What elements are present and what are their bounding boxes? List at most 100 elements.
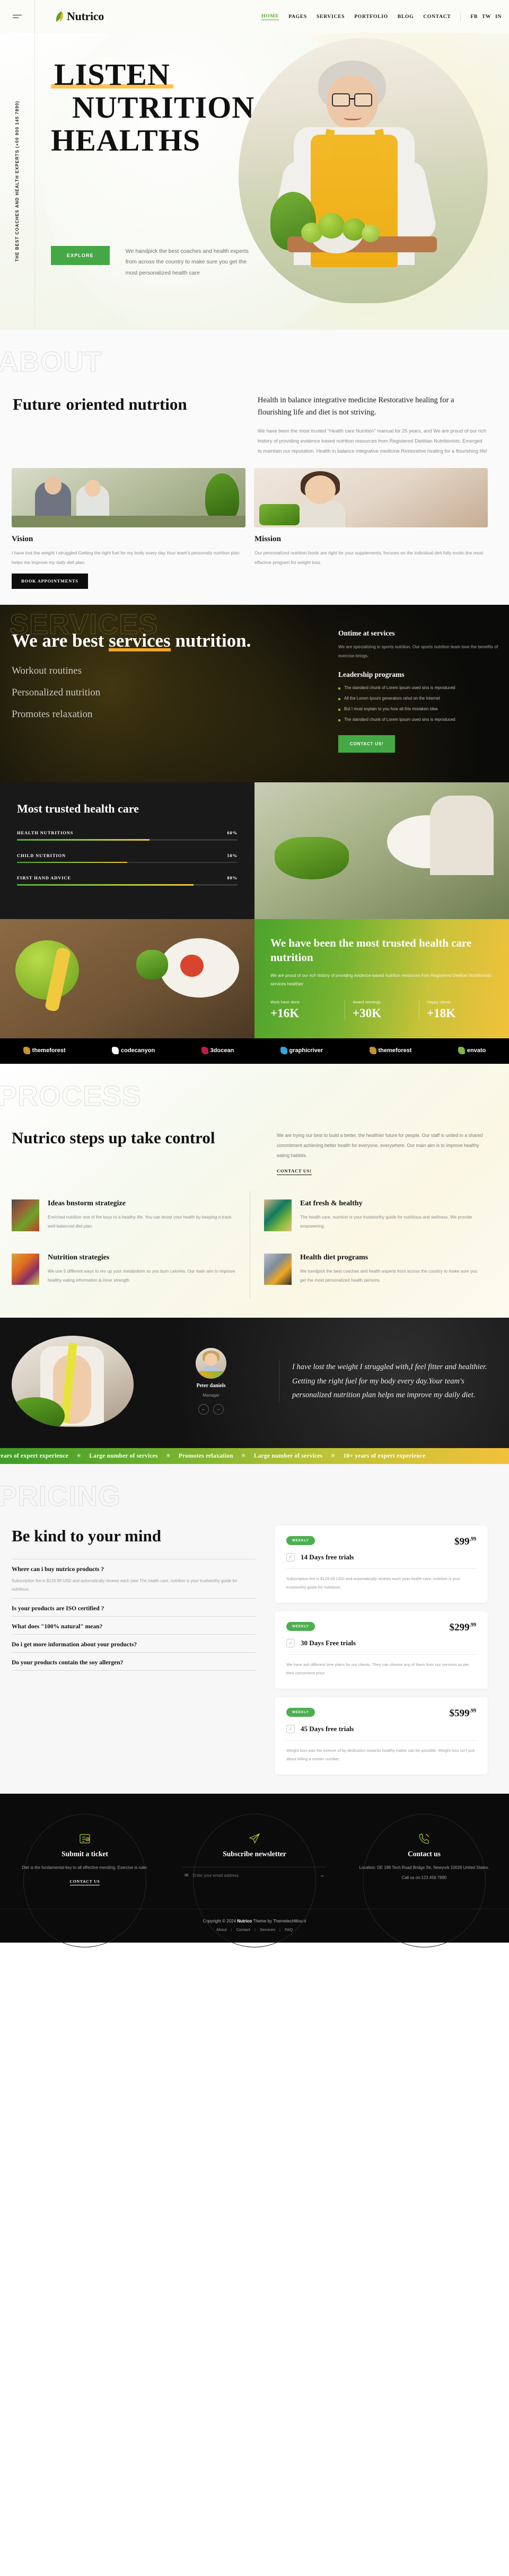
skill-fill [17,839,150,841]
social-facebook[interactable]: FB [470,14,477,20]
brand-mark-icon [369,1047,376,1055]
vision-mission-grid: Vision I have lost the weight I struggle… [0,527,509,589]
faq-item[interactable]: Do i get more information about your pro… [12,1634,256,1652]
about-left: Future oriented nutrtion [12,394,240,456]
star-icon: ✳ [330,1453,336,1460]
plan-price-cents: .99 [469,1708,477,1714]
testimonial-quote: I have lost the weight I struggled with,… [279,1360,497,1402]
plan-card-weekly-299[interactable]: WEEKLY $299.99 ✓ 30 Days Free trials We … [275,1611,488,1689]
nav-item-home[interactable]: HOME [261,13,279,20]
newsletter-email-input[interactable] [192,1873,315,1878]
skill-label: CHILD NUTRITION [17,852,66,858]
brand-3docean[interactable]: 3docean [201,1047,234,1055]
footer-col-newsletter: Subscribe newsletter ✉ → [170,1814,339,1908]
faq-item[interactable]: Where can i buy nutrico products ? Subsc… [12,1559,256,1598]
service-item-relaxation[interactable]: Promotes relaxation [12,709,330,720]
newsletter-submit-icon[interactable]: → [319,1873,324,1878]
plan-list: WEEKLY $99.99 ✓ 14 Days free trials Subs… [275,1525,488,1775]
mission-text: Our personalized nutrition foods are rig… [254,550,484,566]
step-text: We use 5 different ways to rev up your m… [48,1268,235,1283]
plan-price: $299.99 [449,1622,477,1634]
brand-themeforest[interactable]: themeforest [23,1047,66,1055]
brand-graphicriver[interactable]: graphicriver [280,1047,323,1055]
pricing-heading: Be kind to your mind [12,1525,256,1546]
plan-divider [286,1568,476,1569]
brand-mark-icon [280,1047,287,1055]
program-item: All the Lorem Ipsum generators rahul on … [338,696,498,701]
ontime-title: Ontime at services [338,629,395,638]
brand-codecanyon[interactable]: codecanyon [112,1047,155,1055]
faq-question[interactable]: What does "100% natural" mean? [12,1624,256,1630]
testimonial-section: Peter daniels Manager ← → I have lost th… [0,1317,509,1448]
plan-badge: WEEKLY [286,1622,315,1631]
about-heading-rest: oriented nutrtion [62,395,187,413]
step-title: Ideas bnstorm strategize [48,1199,126,1208]
nav-item-blog[interactable]: BLOG [398,14,414,20]
skill-bar-row: HEALTH NUTRITIONS 60% [17,830,238,841]
stat-label: Work have done [270,1000,300,1005]
menu-toggle-button[interactable] [0,0,35,33]
faq-item[interactable]: Is your products are ISO certified ? [12,1598,256,1616]
brand-envato[interactable]: envato [458,1047,486,1055]
pricing-grid: Be kind to your mind Where can i buy nut… [0,1511,509,1775]
nav-item-pages[interactable]: PAGES [288,14,307,20]
explore-button[interactable]: EXPLORE [51,246,110,265]
bullet-icon [338,708,340,711]
nav-item-portfolio[interactable]: PORTFOLIO [354,14,388,20]
check-icon[interactable]: ✓ [286,1639,295,1648]
site-footer: Submit a ticket Diet is the fundamental … [0,1794,509,1943]
hero-side-rail: THE BEST COACHES AND HEALTH EXPERTS (+00… [0,33,35,330]
nav-item-services[interactable]: SERVICES [317,14,345,20]
paper-plane-icon [182,1832,327,1846]
program-text: But I must explain to you how all this m… [344,706,438,711]
stats-row: Work have done +16K Award winnings +30K … [270,1000,493,1021]
faq-question[interactable]: Do i get more information about your pro… [12,1642,256,1648]
footer-col-contact: Contact us Location: DE 198 Tech Road Br… [339,1814,509,1908]
skill-value: 60% [227,830,238,836]
social-instagram[interactable]: IN [495,14,502,20]
brand-themeforest-2[interactable]: themeforest [369,1047,412,1055]
services-contact-button[interactable]: CONTACT US! [338,735,396,753]
mosaic-photo-apple [0,919,254,1039]
step-text: The health care, nutrition is your trust… [300,1215,472,1229]
bullet-icon [338,719,340,721]
hamburger-icon [13,13,22,20]
step-number: 02 [264,1199,292,1231]
step-number: 01 [12,1199,39,1231]
plan-card-weekly-99[interactable]: WEEKLY $99.99 ✓ 14 Days free trials Subs… [275,1525,488,1603]
social-twitter[interactable]: TW [482,14,491,20]
faq-question[interactable]: Is your products are ISO certified ? [12,1605,256,1612]
faq-item[interactable]: Do your products contain the soy allerge… [12,1652,256,1671]
check-icon[interactable]: ✓ [286,1725,295,1734]
check-icon[interactable]: ✓ [286,1552,295,1562]
process-right: We are trying our best to build a better… [277,1127,488,1176]
service-item-workout[interactable]: Workout routines [12,665,330,677]
service-item-nutrition[interactable]: Personalized nutrition [12,687,330,699]
trusted-heading: Most trusted health care [17,801,139,815]
services-right: Ontime at services We are specializing i… [338,629,498,753]
stat-value: +16K [270,1007,299,1020]
avatar [196,1347,226,1379]
footer-contact-link[interactable]: CONTACT US [69,1879,100,1885]
skill-track [17,884,238,886]
faq-question[interactable]: Do your products contain the soy allerge… [12,1660,256,1666]
nav-item-contact[interactable]: CONTACT [423,14,451,20]
footer-text: Diet is the fundamental key to all effec… [22,1865,148,1871]
process-contact-link[interactable]: CONTACT US! [277,1168,312,1176]
next-arrow-icon[interactable]: → [213,1404,224,1415]
plan-card-weekly-599[interactable]: WEEKLY $599.99 ✓ 45 Days free trials Wei… [275,1697,488,1775]
book-appointments-button[interactable]: BOOK APPOINTMENTS [12,574,88,589]
envelope-icon: ✉ [185,1873,189,1878]
footer-columns: Submit a ticket Diet is the fundamental … [0,1814,509,1908]
faq-item[interactable]: What does "100% natural" mean? [12,1616,256,1634]
brand-logo[interactable]: Nutrico [55,10,104,23]
prev-arrow-icon[interactable]: ← [198,1404,209,1415]
mission-title: Mission [254,535,282,544]
nav-divider [460,12,461,21]
star-icon: ✳ [241,1453,246,1460]
faq-question[interactable]: Where can i buy nutrico products ? [12,1566,256,1573]
stats-panel: We have been the most trusted health car… [254,919,509,1039]
step-title: Eat fresh & healthy [300,1199,363,1208]
hero-heading: LISTEN NUTRITION HEALTHS [51,58,390,157]
brand-label: themeforest [378,1047,412,1054]
